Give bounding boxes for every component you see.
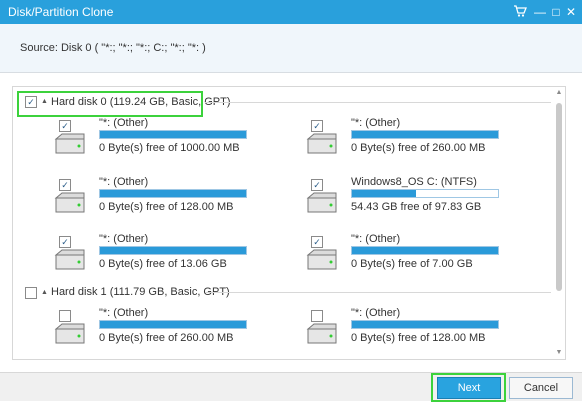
scroll-thumb[interactable] [556,103,562,291]
title-bar: Disk/Partition Clone — □ ✕ [0,0,582,24]
partition-checkbox[interactable]: ✓ [59,179,71,191]
partition-usage-bar [351,320,499,329]
partition-usage-bar [99,246,247,255]
partition-checkbox[interactable]: ✓ [311,236,323,248]
partition-item[interactable]: ✓ "*: (Other) 0 Byte(s) free of 128.00 M… [54,176,309,226]
partition-usage-fill [352,321,498,328]
partition-usage-bar [99,130,247,139]
minimize-button[interactable]: — [532,4,548,20]
partition-item[interactable]: ✓ "*: (Other) 0 Byte(s) free of 260.00 M… [306,117,561,167]
partition-usage-fill [100,321,246,328]
vertical-scrollbar[interactable]: ▲ ▼ [555,89,563,357]
scroll-down-icon[interactable]: ▼ [555,349,563,357]
partition-free-space: 0 Byte(s) free of 128.00 MB [99,201,234,213]
hard-drive-icon [306,192,337,213]
hard-drive-icon [54,323,85,344]
scroll-up-icon[interactable]: ▲ [555,89,563,97]
partition-usage-bar [351,189,499,198]
cancel-button[interactable]: Cancel [509,377,573,399]
source-bar: Source: Disk 0 ( "*:; "*:; "*:; C:; "*:;… [0,24,582,73]
partition-usage-fill [100,190,246,197]
hard-drive-icon [306,133,337,154]
partition-name: "*: (Other) [351,233,401,245]
partition-item[interactable]: ✓ "*: (Other) 0 Byte(s) free of 7.00 GB [306,233,561,283]
disk-0-label: Hard disk 0 (119.24 GB, Basic, GPT) [51,96,231,108]
close-button[interactable]: ✕ [563,4,579,20]
partition-checkbox[interactable]: ✓ [59,120,71,132]
partition-usage-bar [351,246,499,255]
partition-checkbox[interactable]: ✓ [311,120,323,132]
partition-usage-fill [352,190,417,197]
partition-item[interactable]: "*: (Other) 0 Byte(s) free of 260.00 MB [54,307,309,357]
next-button[interactable]: Next [437,377,501,399]
partition-usage-fill [352,247,498,254]
partition-name: "*: (Other) [99,307,149,319]
disk-0-expand-icon[interactable]: ▲ [41,98,48,105]
restore-button[interactable]: □ [548,4,564,20]
partition-name: "*: (Other) [99,176,149,188]
partition-checkbox[interactable] [59,310,71,322]
hard-drive-icon [306,323,337,344]
partition-free-space: 0 Byte(s) free of 260.00 MB [351,142,486,154]
partition-free-space: 0 Byte(s) free of 128.00 MB [351,332,486,344]
hard-drive-icon [54,249,85,270]
partition-usage-bar [351,130,499,139]
disk-1-checkbox[interactable] [25,287,37,299]
partition-checkbox[interactable]: ✓ [311,179,323,191]
shopping-cart-icon[interactable] [512,4,528,20]
partition-checkbox[interactable] [311,310,323,322]
partition-name: "*: (Other) [351,307,401,319]
disk-1-label: Hard disk 1 (111.79 GB, Basic, GPT) [51,286,230,298]
partition-usage-bar [99,189,247,198]
partition-usage-bar [99,320,247,329]
partition-item[interactable]: ✓ "*: (Other) 0 Byte(s) free of 1000.00 … [54,117,309,167]
partition-name: "*: (Other) [99,117,149,129]
disk-0-divider [205,102,551,103]
partition-free-space: 0 Byte(s) free of 1000.00 MB [99,142,240,154]
disk-0-checkbox[interactable]: ✓ [25,96,37,108]
disk-1-divider [205,292,551,293]
source-label: Source: Disk 0 ( "*:; "*:; "*:; C:; "*:;… [20,42,206,54]
partition-usage-fill [352,131,498,138]
partition-name: "*: (Other) [99,233,149,245]
window-title: Disk/Partition Clone [8,5,114,19]
partition-usage-fill [100,131,246,138]
partition-item[interactable]: ✓ Windows8_OS C: (NTFS) 54.43 GB free of… [306,176,561,226]
partition-free-space: 0 Byte(s) free of 7.00 GB [351,258,473,270]
partition-checkbox[interactable]: ✓ [59,236,71,248]
partition-free-space: 0 Byte(s) free of 260.00 MB [99,332,234,344]
hard-drive-icon [54,133,85,154]
partition-item[interactable]: "*: (Other) 0 Byte(s) free of 128.00 MB [306,307,561,357]
partition-name: Windows8_OS C: (NTFS) [351,176,477,188]
disk-1-expand-icon[interactable]: ▲ [41,289,48,296]
hard-drive-icon [306,249,337,270]
partition-usage-fill [100,247,246,254]
partition-item[interactable]: ✓ "*: (Other) 0 Byte(s) free of 13.06 GB [54,233,309,283]
disk-list-panel: ✓ ▲ Hard disk 0 (119.24 GB, Basic, GPT) … [12,86,566,360]
partition-name: "*: (Other) [351,117,401,129]
partition-free-space: 54.43 GB free of 97.83 GB [351,201,482,213]
hard-drive-icon [54,192,85,213]
partition-free-space: 0 Byte(s) free of 13.06 GB [99,258,227,270]
